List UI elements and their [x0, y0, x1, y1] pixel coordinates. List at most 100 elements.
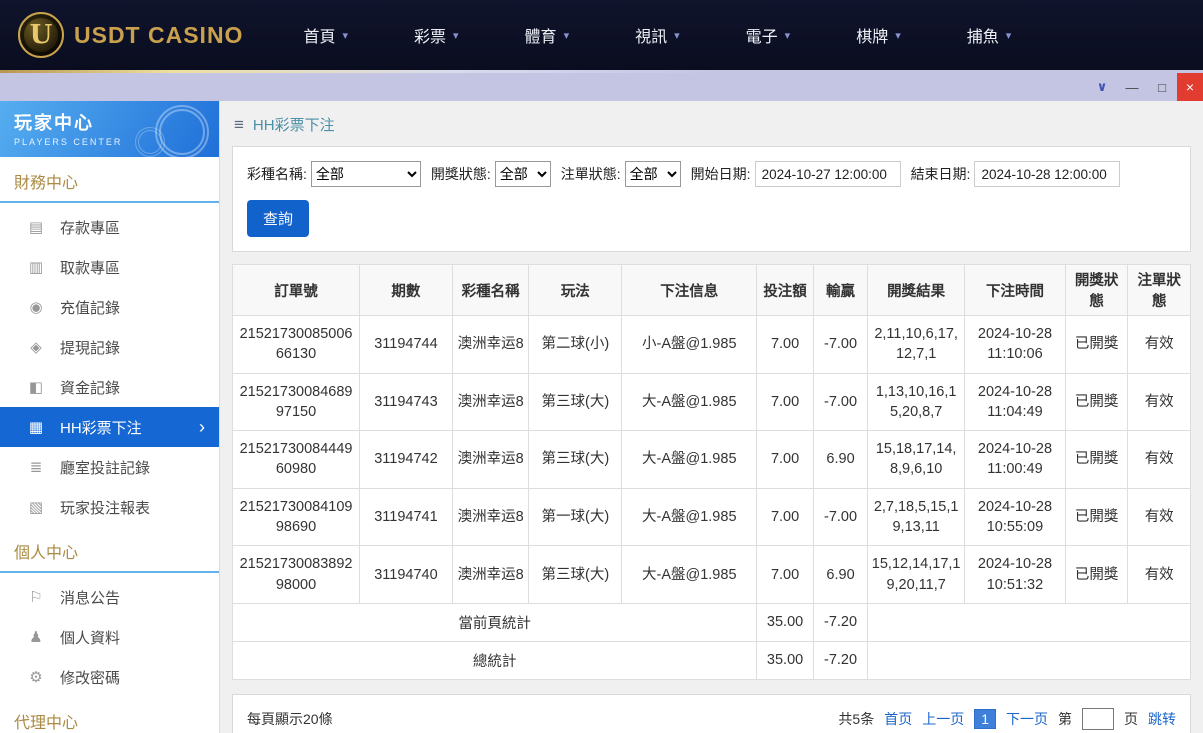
withdraw-record-icon: ◈ [26, 338, 46, 356]
sidebar-item-change-password[interactable]: ⚙修改密碼 [0, 657, 219, 697]
draw-status-label: 開獎狀態: [431, 164, 491, 184]
cell-bet-amount: 7.00 [757, 373, 813, 431]
cell-bet-time: 2024-10-28 11:10:06 [965, 316, 1066, 374]
table-row: 215217300841099869031194741澳洲幸运8第一球(大)大-… [233, 488, 1191, 546]
filter-button-row: 查詢 [247, 200, 1176, 237]
room-bet-record-icon: ≣ [26, 458, 46, 476]
lottery-name-select[interactable]: 全部 [311, 161, 421, 187]
cell-order-status: 有效 [1128, 316, 1191, 374]
order-status-label: 注單狀態: [561, 164, 621, 184]
sidebar-item-hh-lottery-bet[interactable]: ▦HH彩票下注› [0, 407, 219, 447]
window-close-icon[interactable]: × [1177, 73, 1203, 101]
jump-prefix-label: 第 [1058, 709, 1072, 729]
cell-bet-amount: 7.00 [757, 488, 813, 546]
sidebar-item-room-bet-record[interactable]: ≣廳室投註記錄 [0, 447, 219, 487]
total-summary-win-total: -7.20 [813, 641, 867, 679]
page-summary-empty [868, 603, 1191, 641]
chevron-down-icon: ▾ [564, 29, 570, 42]
window-minimize-icon[interactable]: — [1117, 73, 1147, 101]
breadcrumb: ≡ HH彩票下注 [232, 101, 1191, 146]
total-summary-empty [868, 641, 1191, 679]
nav-item-label: 體育 [525, 23, 557, 47]
sidebar-item-deposit[interactable]: ▤存款專區 [0, 207, 219, 247]
jump-button[interactable]: 跳转 [1148, 709, 1176, 729]
order-status-select[interactable]: 全部 [625, 161, 681, 187]
recharge-record-icon: ◉ [26, 298, 46, 316]
sidebar-item-announcements[interactable]: ⚐消息公告 [0, 577, 219, 617]
page-summary-row: 當前頁統計 35.00 -7.20 [233, 603, 1191, 641]
col-header-bet-info: 下注信息 [622, 265, 757, 316]
chevron-down-icon: ▾ [895, 29, 901, 42]
content-layout: 玩家中心 PLAYERS CENTER 財務中心▤存款專區▥取款專區◉充值記錄◈… [0, 101, 1203, 733]
window-dropdown-icon[interactable]: ∨ [1087, 73, 1117, 101]
cell-draw-status: 已開獎 [1065, 546, 1128, 604]
top-navigation-bar: U USDT CASINO 首頁▾ 彩票▾ 體育 ▾ 視訊 ▾ 電子▾ 棋牌 ▾ 捕魚▾ [0, 0, 1203, 70]
cell-bet-time: 2024-10-28 10:51:32 [965, 546, 1066, 604]
col-header-period: 期數 [360, 265, 453, 316]
lottery-name-filter: 彩種名稱: 全部 [247, 161, 421, 187]
jump-page-input[interactable] [1082, 708, 1114, 730]
brand-name: USDT CASINO [74, 22, 243, 49]
cell-draw-status: 已開獎 [1065, 316, 1128, 374]
cell-lottery-name: 澳洲幸运8 [452, 316, 529, 374]
hamburger-menu-icon[interactable]: ≡ [234, 115, 244, 135]
table-footer: 每頁顯示20條 共5条 首页 上一页 1 下一页 第 页 跳转 [232, 694, 1191, 733]
page-title: HH彩票下注 [253, 114, 335, 135]
nav-item-cards[interactable]: 棋牌 ▾ [856, 23, 901, 47]
window-titlebar: ∨ — □ × [0, 73, 1203, 101]
start-date-input[interactable] [755, 161, 901, 187]
person-icon: ♟ [26, 628, 46, 646]
search-button[interactable]: 查詢 [247, 200, 309, 237]
bet-records-table: 訂單號期數彩種名稱玩法下注信息投注額輸贏開獎結果下注時間開獎狀態注單狀態 215… [232, 264, 1191, 680]
cell-bet-time: 2024-10-28 11:04:49 [965, 373, 1066, 431]
cell-draw-status: 已開獎 [1065, 431, 1128, 489]
sidebar-item-label: 修改密碼 [60, 667, 120, 688]
window-maximize-icon[interactable]: □ [1147, 73, 1177, 101]
lottery-name-label: 彩種名稱: [247, 164, 307, 184]
col-header-lottery-name: 彩種名稱 [452, 265, 529, 316]
cell-draw-result: 15,18,17,14,8,9,6,10 [868, 431, 965, 489]
end-date-input[interactable] [974, 161, 1120, 187]
nav-item-home[interactable]: 首頁▾ [303, 23, 348, 47]
nav-item-live[interactable]: 視訊 ▾ [635, 23, 680, 47]
nav-item-lottery[interactable]: 彩票▾ [414, 23, 459, 47]
nav-item-label: 棋牌 [856, 23, 888, 47]
sidebar-item-withdraw[interactable]: ▥取款專區 [0, 247, 219, 287]
current-page-button[interactable]: 1 [974, 709, 996, 729]
col-header-play-type: 玩法 [529, 265, 622, 316]
sidebar: 玩家中心 PLAYERS CENTER 財務中心▤存款專區▥取款專區◉充值記錄◈… [0, 101, 220, 733]
cell-draw-status: 已開獎 [1065, 488, 1128, 546]
draw-status-select[interactable]: 全部 [495, 161, 551, 187]
cell-win-loss: -7.00 [813, 316, 867, 374]
nav-item-slots[interactable]: 電子▾ [746, 23, 791, 47]
brand-logo[interactable]: U USDT CASINO [18, 12, 243, 58]
nav-item-label: 視訊 [635, 23, 667, 47]
prev-page-link[interactable]: 上一页 [922, 709, 964, 729]
sidebar-item-recharge-record[interactable]: ◉充值記錄 [0, 287, 219, 327]
first-page-link[interactable]: 首页 [884, 709, 912, 729]
funds-record-icon: ◧ [26, 378, 46, 396]
cell-play-type: 第三球(大) [529, 546, 622, 604]
cell-period: 31194743 [360, 373, 453, 431]
page-summary-win-total: -7.20 [813, 603, 867, 641]
sidebar-item-funds-record[interactable]: ◧資金記錄 [0, 367, 219, 407]
order-status-filter: 注單狀態: 全部 [561, 161, 681, 187]
total-summary-row: 總統計 35.00 -7.20 [233, 641, 1191, 679]
nav-item-fishing[interactable]: 捕魚▾ [967, 23, 1012, 47]
col-header-order-no: 訂單號 [233, 265, 360, 316]
nav-item-sports[interactable]: 體育 ▾ [525, 23, 570, 47]
cell-win-loss: 6.90 [813, 546, 867, 604]
sidebar-item-player-bet-report[interactable]: ▧玩家投注報表 [0, 487, 219, 527]
cell-period: 31194742 [360, 431, 453, 489]
sidebar-sections: 財務中心▤存款專區▥取款專區◉充值記錄◈提現記錄◧資金記錄▦HH彩票下注›≣廳室… [0, 157, 219, 733]
sidebar-header: 玩家中心 PLAYERS CENTER [0, 101, 219, 157]
sidebar-item-withdraw-record[interactable]: ◈提現記錄 [0, 327, 219, 367]
cell-bet-info: 大-A盤@1.985 [622, 546, 757, 604]
next-page-link[interactable]: 下一页 [1006, 709, 1048, 729]
chevron-down-icon: ▾ [674, 29, 680, 42]
sidebar-item-label: 存款專區 [60, 217, 120, 238]
col-header-draw-result: 開獎結果 [868, 265, 965, 316]
col-header-bet-time: 下注時間 [965, 265, 1066, 316]
sidebar-item-profile[interactable]: ♟個人資料 [0, 617, 219, 657]
cell-order-status: 有效 [1128, 546, 1191, 604]
